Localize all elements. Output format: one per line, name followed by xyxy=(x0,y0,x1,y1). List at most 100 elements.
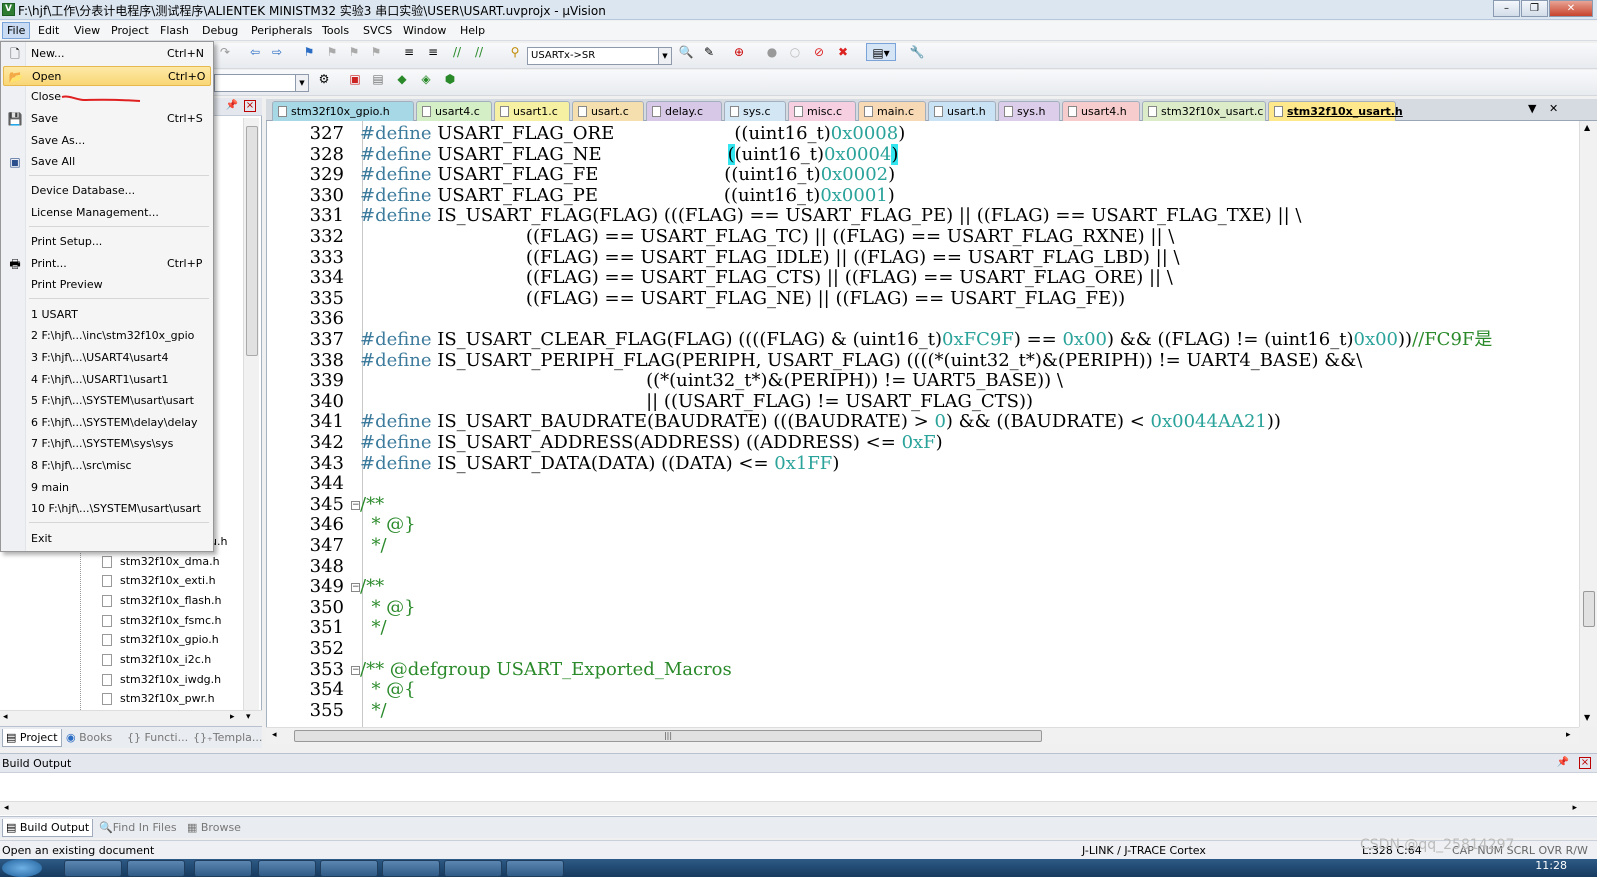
code-line[interactable]: #define USART_FLAG_ORE ((uint16_t)0x0008… xyxy=(360,123,905,145)
scrollbar-thumb[interactable] xyxy=(246,126,258,356)
code-line[interactable]: #define IS_USART_CLEAR_FLAG(FLAG) ((((FL… xyxy=(360,329,1492,351)
menu-item-recent-8[interactable]: 8 F:\hjf\...\src\misc xyxy=(3,456,211,476)
fold-toggle-icon[interactable]: − xyxy=(351,583,360,593)
tab-project[interactable]: ▤ Project xyxy=(2,729,62,747)
build-output-area[interactable]: ◂ ▸ xyxy=(0,773,1597,816)
pin-icon[interactable]: 📌 xyxy=(1557,757,1569,768)
target-combo[interactable]: ▼ xyxy=(214,74,309,92)
disable-breakpoints-icon[interactable]: ⊘ xyxy=(810,43,828,61)
insert-breakpoint-icon[interactable]: ● xyxy=(763,43,781,61)
configure-icon[interactable]: 🔧 xyxy=(908,43,926,61)
enable-breakpoint-icon[interactable]: ○ xyxy=(786,43,804,61)
navigate-forward-icon[interactable]: ⇨ xyxy=(268,43,286,61)
build-output-scrollbar[interactable]: ◂ ▸ xyxy=(0,801,1597,815)
code-line[interactable]: ((FLAG) == USART_FLAG_IDLE) || ((FLAG) =… xyxy=(360,247,1180,269)
tree-file[interactable]: stm32f10x_pwr.h xyxy=(120,692,215,705)
taskbar-app-icon[interactable] xyxy=(127,860,185,877)
manage-components-icon[interactable]: ◆ xyxy=(393,70,411,88)
tab-file[interactable]: usart.c xyxy=(572,101,644,121)
menu-item-recent-5[interactable]: 5 F:\hjf\...\SYSTEM\usart\usart xyxy=(3,391,211,411)
tab-find-in-files[interactable]: 🔍Find In Files xyxy=(96,819,180,837)
code-editor[interactable]: 327 #define USART_FLAG_ORE ((uint16_t)0x0… xyxy=(266,121,1579,727)
menu-item-recent-1[interactable]: 1 USART xyxy=(3,305,211,325)
start-button-icon[interactable] xyxy=(2,859,42,877)
menu-item-recent-3[interactable]: 3 F:\hjf\...\USART4\usart4 xyxy=(3,348,211,368)
find-symbol-icon[interactable]: ⚲ xyxy=(506,43,524,61)
scroll-right-icon[interactable]: ▸ xyxy=(1572,803,1577,813)
menu-project[interactable]: Project xyxy=(111,24,149,37)
fold-toggle-icon[interactable]: − xyxy=(351,500,360,510)
kill-breakpoints-icon[interactable]: ✖ xyxy=(834,43,852,61)
start-debug-icon[interactable]: ⊕ xyxy=(730,43,748,61)
symbol-combo[interactable]: USARTx->SR ▼ xyxy=(527,47,672,65)
code-line[interactable]: #define USART_FLAG_PE ((uint16_t)0x0001) xyxy=(360,185,895,207)
menu-svcs[interactable]: SVCS xyxy=(363,24,392,37)
scrollbar-thumb[interactable] xyxy=(1583,591,1595,627)
menu-item-recent-10[interactable]: 10 F:\hjf\...\SYSTEM\usart\usart xyxy=(3,499,211,519)
code-line[interactable]: */ xyxy=(360,618,386,639)
taskbar-app-icon[interactable] xyxy=(444,860,502,877)
menu-item-print-preview[interactable]: Print Preview xyxy=(3,275,211,295)
uncomment-icon[interactable]: // xyxy=(470,43,488,61)
comment-icon[interactable]: // xyxy=(448,43,466,61)
restore-icon[interactable]: ❐ xyxy=(1521,0,1548,17)
scroll-up-icon[interactable]: ▲ xyxy=(1584,123,1590,132)
menu-edit[interactable]: Edit xyxy=(38,24,59,37)
clear-bookmarks-icon[interactable]: ⚑ xyxy=(367,43,385,61)
code-line[interactable]: /** xyxy=(360,494,384,516)
menu-item-new[interactable]: 🗋 New... Ctrl+N xyxy=(3,44,211,64)
menu-item-save-all[interactable]: ▣ Save All xyxy=(3,152,211,172)
menu-item-print[interactable]: 🖶 Print... Ctrl+P xyxy=(3,254,211,274)
close-tab-icon[interactable]: ✕ xyxy=(1549,102,1558,115)
close-panel-icon[interactable]: × xyxy=(1579,757,1591,769)
prev-bookmark-icon[interactable]: ⚑ xyxy=(323,43,341,61)
tab-file[interactable]: stm32f10x_usart.c xyxy=(1142,101,1266,121)
taskbar-ie-icon[interactable] xyxy=(64,860,122,877)
menu-item-recent-2[interactable]: 2 F:\hjf\...\inc\stm32f10x_gpio xyxy=(3,326,211,346)
target-options-icon[interactable]: ⚙ xyxy=(315,70,333,88)
close-icon[interactable]: ✕ xyxy=(1549,0,1593,17)
tab-file[interactable]: main.c xyxy=(858,101,926,121)
menu-item-recent-6[interactable]: 6 F:\hjf\...\SYSTEM\delay\delay xyxy=(3,413,211,433)
code-line[interactable]: #define USART_FLAG_NE ((uint16_t)0x0004) xyxy=(360,143,899,166)
menu-flash[interactable]: Flash xyxy=(160,24,189,37)
scroll-left-icon[interactable]: ◂ xyxy=(3,712,8,722)
menu-item-recent-4[interactable]: 4 F:\hjf\...\USART1\usart1 xyxy=(3,370,211,390)
tab-books[interactable]: ◉ Books xyxy=(63,729,115,747)
code-line[interactable]: * @{ xyxy=(360,679,415,701)
next-bookmark-icon[interactable]: ⚑ xyxy=(345,43,363,61)
tab-file[interactable]: sys.h xyxy=(998,101,1060,121)
code-line[interactable]: * @} xyxy=(360,597,415,619)
code-line[interactable]: /** xyxy=(360,576,384,598)
menu-help[interactable]: Help xyxy=(460,24,485,37)
tree-file[interactable]: stm32f10x_dma.h xyxy=(120,555,220,568)
tab-file[interactable]: stm32f10x_usart.h xyxy=(1268,101,1403,122)
tree-file[interactable]: stm32f10x_gpio.h xyxy=(120,633,219,646)
pin-icon[interactable]: 📌 xyxy=(226,100,238,111)
tab-file[interactable]: usart1.c xyxy=(494,101,570,121)
indent-icon[interactable]: ≡ xyxy=(400,43,418,61)
chevron-down-icon[interactable]: ▼ xyxy=(295,75,308,91)
code-line[interactable]: #define IS_USART_ADDRESS(ADDRESS) ((ADDR… xyxy=(360,432,943,454)
code-line[interactable]: ((*(uint32_t*)&(PERIPH)) != UART5_BASE))… xyxy=(360,371,1063,392)
run-time-env-icon[interactable]: ⬢ xyxy=(441,70,459,88)
chevron-down-icon[interactable]: ▼ xyxy=(658,48,671,64)
tab-file[interactable]: misc.c xyxy=(788,101,856,121)
menu-tools[interactable]: Tools xyxy=(322,24,349,37)
fold-toggle-icon[interactable]: − xyxy=(351,665,360,675)
tab-functions[interactable]: {} Functi... xyxy=(124,729,191,747)
close-panel-icon[interactable]: × xyxy=(244,100,256,112)
tab-file[interactable]: sys.c xyxy=(724,101,786,121)
manage-project-icon[interactable]: ▣ xyxy=(346,70,364,88)
select-pack-icon[interactable]: ▤ xyxy=(369,70,387,88)
find-in-files-icon[interactable]: 🔍 xyxy=(677,43,695,61)
code-line[interactable]: * @} xyxy=(360,515,415,536)
code-line[interactable]: ((FLAG) == USART_FLAG_TC) || ((FLAG) == … xyxy=(360,226,1174,248)
editor-vertical-scrollbar[interactable]: ▲ ▼ xyxy=(1579,121,1597,727)
unindent-icon[interactable]: ≡ xyxy=(424,43,442,61)
tree-file[interactable]: stm32f10x_flash.h xyxy=(120,594,221,607)
tab-list-icon[interactable]: ▼ xyxy=(1528,102,1536,115)
code-line[interactable]: #define USART_FLAG_FE ((uint16_t)0x0002) xyxy=(360,164,895,186)
tree-file[interactable]: stm32f10x_iwdg.h xyxy=(120,673,221,686)
code-line[interactable]: */ xyxy=(360,700,386,722)
